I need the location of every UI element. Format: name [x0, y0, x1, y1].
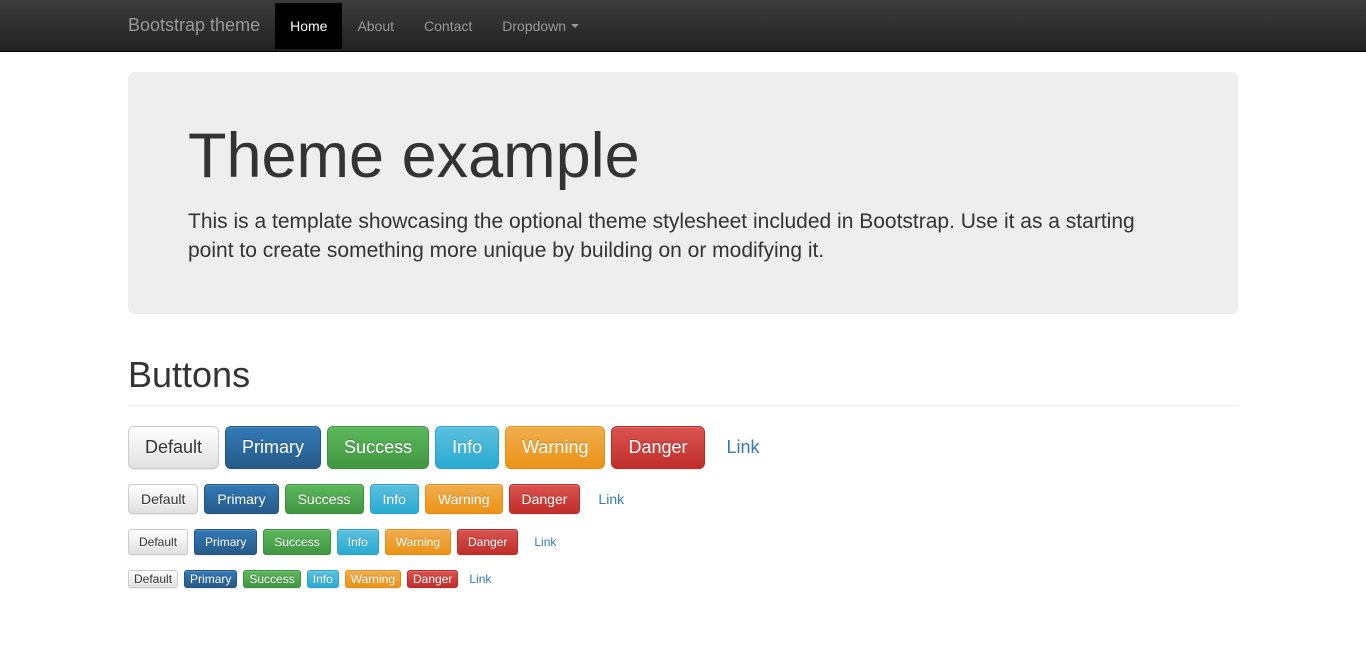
- button-row-sm: Default Primary Success Info Warning Dan…: [128, 529, 1238, 555]
- danger-button[interactable]: Danger: [407, 570, 458, 588]
- jumbotron: Theme example This is a template showcas…: [128, 72, 1238, 314]
- link-button[interactable]: Link: [711, 427, 776, 468]
- primary-button[interactable]: Primary: [184, 570, 237, 588]
- warning-button[interactable]: Warning: [385, 529, 451, 555]
- jumbotron-title: Theme example: [188, 120, 1178, 192]
- jumbotron-lead: This is a template showcasing the option…: [188, 207, 1178, 266]
- primary-button[interactable]: Primary: [194, 529, 257, 555]
- default-button[interactable]: Default: [128, 484, 198, 514]
- page-header-buttons: Buttons: [128, 354, 1238, 406]
- warning-button[interactable]: Warning: [345, 570, 401, 588]
- section-title-buttons: Buttons: [128, 354, 1238, 396]
- warning-button[interactable]: Warning: [505, 426, 605, 469]
- nav-contact[interactable]: Contact: [409, 3, 487, 49]
- default-button[interactable]: Default: [128, 426, 219, 469]
- success-button[interactable]: Success: [263, 529, 330, 555]
- primary-button[interactable]: Primary: [225, 426, 321, 469]
- caret-down-icon: [571, 24, 579, 28]
- navbar: Bootstrap theme Home About Contact Dropd…: [0, 0, 1366, 52]
- default-button[interactable]: Default: [128, 529, 188, 555]
- danger-button[interactable]: Danger: [611, 426, 704, 469]
- link-button[interactable]: Link: [464, 571, 496, 587]
- danger-button[interactable]: Danger: [457, 529, 518, 555]
- info-button[interactable]: Info: [435, 426, 499, 469]
- nav-about[interactable]: About: [342, 3, 409, 49]
- success-button[interactable]: Success: [285, 484, 364, 514]
- button-row-xs: Default Primary Success Info Warning Dan…: [128, 570, 1238, 588]
- info-button[interactable]: Info: [337, 529, 379, 555]
- navbar-brand[interactable]: Bootstrap theme: [113, 0, 275, 51]
- link-button[interactable]: Link: [586, 485, 636, 513]
- success-button[interactable]: Success: [243, 570, 300, 588]
- success-button[interactable]: Success: [327, 426, 429, 469]
- button-row-md: Default Primary Success Info Warning Dan…: [128, 484, 1238, 514]
- button-row-lg: Default Primary Success Info Warning Dan…: [128, 426, 1238, 469]
- info-button[interactable]: Info: [370, 484, 419, 514]
- default-button[interactable]: Default: [128, 570, 178, 588]
- info-button[interactable]: Info: [307, 570, 339, 588]
- navbar-nav: Home About Contact Dropdown: [275, 3, 594, 49]
- danger-button[interactable]: Danger: [509, 484, 581, 514]
- warning-button[interactable]: Warning: [425, 484, 503, 514]
- nav-dropdown[interactable]: Dropdown: [487, 3, 594, 49]
- nav-dropdown-label: Dropdown: [502, 18, 566, 34]
- nav-home[interactable]: Home: [275, 3, 342, 49]
- primary-button[interactable]: Primary: [204, 484, 278, 514]
- link-button[interactable]: Link: [524, 530, 566, 554]
